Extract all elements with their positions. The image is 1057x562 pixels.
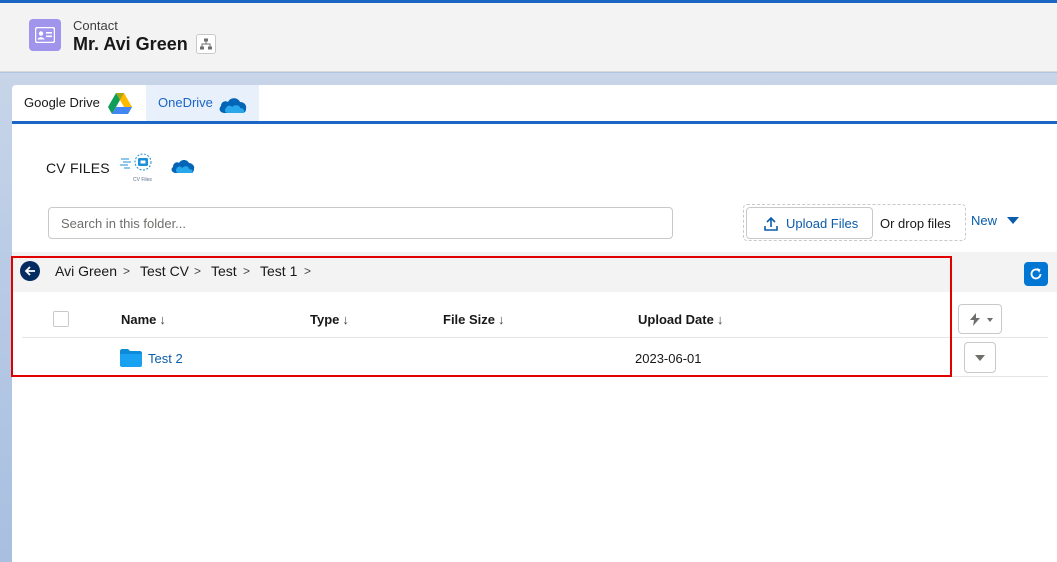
file-name-link[interactable]: Test 2 xyxy=(148,351,183,366)
lightning-bolt-icon xyxy=(970,313,980,326)
breadcrumb-item[interactable]: Test xyxy=(211,263,237,279)
breadcrumb-separator: > xyxy=(304,264,312,278)
chevron-down-icon xyxy=(975,355,985,361)
upload-files-button[interactable]: Upload Files xyxy=(746,207,873,239)
onedrive-icon xyxy=(219,98,247,113)
back-button[interactable] xyxy=(20,261,40,281)
new-button[interactable]: New xyxy=(971,213,997,228)
select-all-checkbox[interactable] xyxy=(53,311,69,327)
hierarchy-button[interactable] xyxy=(196,34,216,54)
column-label: Name xyxy=(121,312,157,327)
sort-arrow-icon: ↓ xyxy=(342,312,349,327)
tab-bar: Google Drive OneDrive xyxy=(12,85,1057,124)
bulk-actions-button[interactable] xyxy=(958,304,1002,334)
breadcrumb-item[interactable]: Avi Green xyxy=(55,263,117,279)
breadcrumb-item[interactable]: Test CV xyxy=(140,263,189,279)
breadcrumb-separator: > xyxy=(243,264,251,278)
folder-icon xyxy=(120,349,142,367)
search-input[interactable] xyxy=(48,207,673,239)
sort-arrow-icon: ↓ xyxy=(159,312,166,327)
table-row[interactable]: Test 2 2023-06-01 xyxy=(22,339,1048,377)
record-type-label: Contact xyxy=(73,18,118,33)
breadcrumb-separator: > xyxy=(123,264,131,278)
onedrive-icon xyxy=(171,160,195,173)
column-label: Type xyxy=(310,312,340,327)
cv-files-logo-caption: CV Files xyxy=(133,177,152,183)
column-header-file-size[interactable]: File Size ↓ xyxy=(443,312,505,327)
breadcrumb: Avi Green > Test CV > Test > Test 1 > xyxy=(12,252,1057,292)
breadcrumb-item[interactable]: Test 1 xyxy=(260,263,297,279)
row-actions-button[interactable] xyxy=(964,342,996,373)
arrow-left-icon xyxy=(24,266,35,276)
upload-files-label: Upload Files xyxy=(786,216,859,231)
file-manager-card: Google Drive OneDrive CV FILES CV Files … xyxy=(12,85,1057,562)
upload-date-cell: 2023-06-01 xyxy=(635,351,702,366)
column-label: File Size xyxy=(443,312,496,327)
tab-label: Google Drive xyxy=(24,95,100,110)
column-header-upload-date[interactable]: Upload Date ↓ xyxy=(638,312,723,327)
section-title: CV FILES xyxy=(46,160,110,176)
drop-files-label: Or drop files xyxy=(880,216,951,231)
google-drive-icon xyxy=(108,93,132,114)
chevron-down-icon xyxy=(987,318,993,322)
chevron-down-icon[interactable] xyxy=(1007,217,1019,224)
tab-label: OneDrive xyxy=(158,95,213,110)
breadcrumb-separator: > xyxy=(194,264,202,278)
column-label: Upload Date xyxy=(638,312,714,327)
contact-icon xyxy=(29,19,61,51)
tab-google-drive[interactable]: Google Drive xyxy=(12,85,146,121)
column-header-name[interactable]: Name ↓ xyxy=(121,312,166,327)
upload-icon xyxy=(764,217,778,231)
refresh-icon xyxy=(1030,268,1042,280)
column-header-type[interactable]: Type ↓ xyxy=(310,312,349,327)
cv-files-logo-icon xyxy=(120,153,152,171)
file-drop-zone[interactable]: Upload Files Or drop files xyxy=(743,204,966,241)
hierarchy-icon xyxy=(200,38,212,50)
tab-onedrive[interactable]: OneDrive xyxy=(146,85,259,121)
table-header: Name ↓ Type ↓ File Size ↓ Upload Date ↓ xyxy=(22,300,1048,338)
record-name: Mr. Avi Green xyxy=(73,34,188,54)
refresh-button[interactable] xyxy=(1024,262,1048,286)
sort-arrow-icon: ↓ xyxy=(498,312,505,327)
sort-arrow-icon: ↓ xyxy=(716,312,724,327)
record-header: Contact Mr. Avi Green xyxy=(0,3,1057,72)
